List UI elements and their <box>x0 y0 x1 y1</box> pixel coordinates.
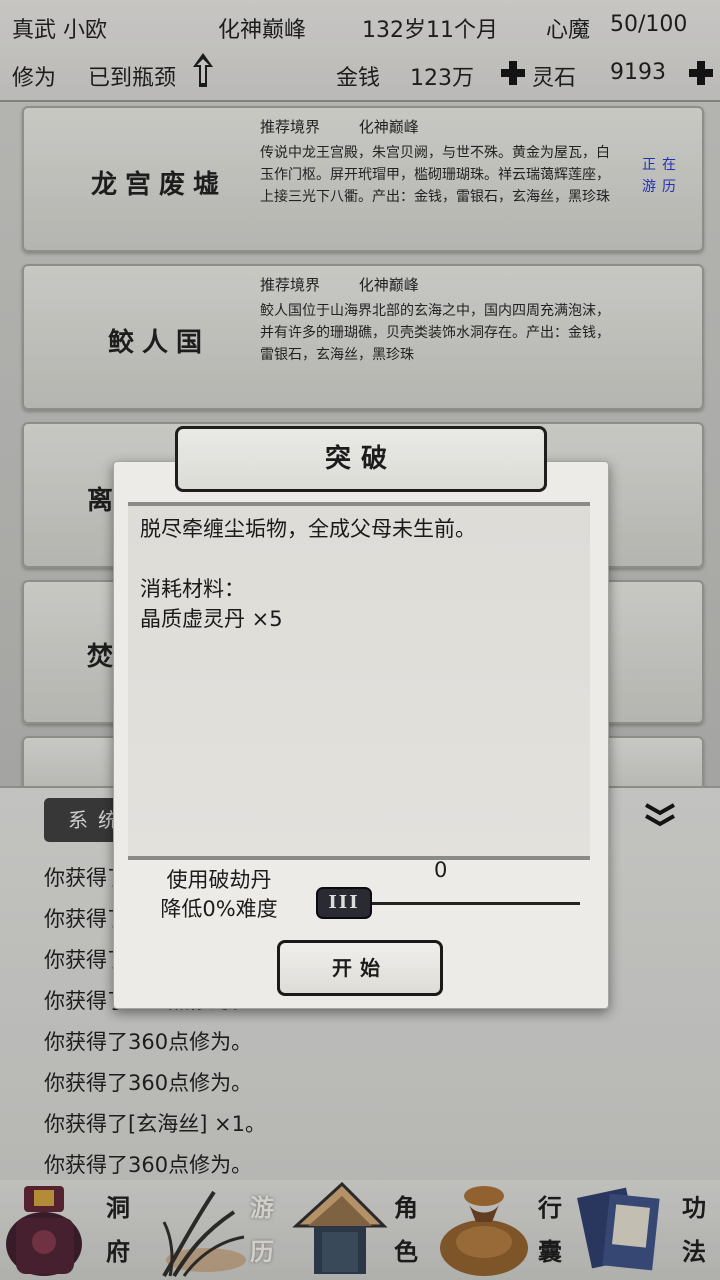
slider-value: 0 <box>434 858 448 882</box>
dialog-text: 脱尽牵缠尘垢物，全成父母未生前。 消耗材料： 晶质虚灵丹 ×5 <box>140 514 476 634</box>
verse-text: 脱尽牵缠尘垢物，全成父母未生前。 <box>140 517 476 541</box>
material-item: 晶质虚灵丹 ×5 <box>140 607 283 631</box>
breakthrough-dialog: 脱尽牵缠尘垢物，全成父母未生前。 消耗材料： 晶质虚灵丹 ×5 使用破劫丹 降低… <box>113 461 609 1009</box>
slider-track[interactable] <box>358 902 580 905</box>
slider-handle[interactable]: III <box>316 887 372 919</box>
slider-label-line: 降低0%难度 <box>160 897 278 921</box>
dialog-title: 突破 <box>175 426 547 492</box>
start-button[interactable]: 开始 <box>277 940 443 996</box>
slider-label: 使用破劫丹 降低0%难度 <box>144 866 294 924</box>
dialog-content: 脱尽牵缠尘垢物，全成父母未生前。 消耗材料： 晶质虚灵丹 ×5 <box>128 502 590 860</box>
materials-label: 消耗材料： <box>140 577 245 601</box>
slider-label-line: 使用破劫丹 <box>166 868 272 892</box>
